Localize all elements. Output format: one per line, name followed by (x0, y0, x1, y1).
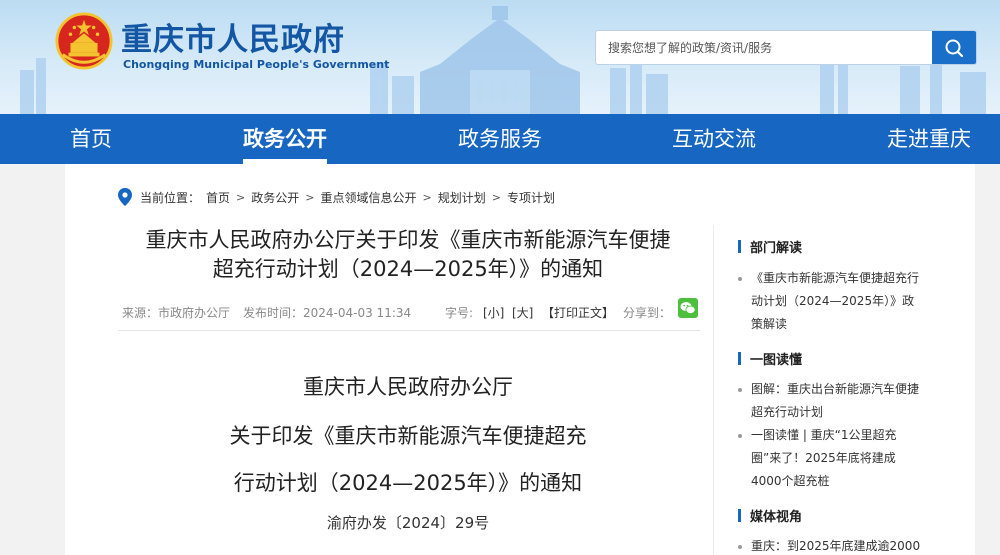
bullet-icon (738, 388, 742, 392)
document-heading-line: 重庆市人民政府办公厅 (303, 375, 513, 399)
nav-item-gov-affairs-open[interactable]: 政务公开 (243, 114, 327, 164)
bullet-icon (738, 277, 742, 281)
document-heading-line: 关于印发《重庆市新能源汽车便捷超充 (229, 424, 587, 448)
sidebar-link[interactable]: 重庆：到2025年底建成逾2000 (738, 535, 928, 555)
site-header: 重庆市人民政府 Chongqing Municipal People's Gov… (0, 0, 1000, 114)
location-pin-icon (118, 188, 132, 206)
breadcrumb-prefix: 当前位置： (140, 190, 201, 205)
breadcrumb-separator: > (422, 190, 432, 204)
section-heading-text: 一图读懂 (750, 352, 803, 368)
breadcrumb-special-plans[interactable]: 专项计划 (507, 189, 555, 206)
national-emblem-logo (55, 12, 113, 70)
document-number: 渝府办发〔2024〕29号 (326, 514, 490, 532)
wechat-share-button[interactable] (678, 298, 698, 318)
section-marker (738, 351, 741, 365)
article-title-line: 超充行动计划（2024—2025年）》的通知 (212, 257, 604, 281)
section-heading-text: 媒体视角 (750, 509, 803, 525)
document-heading-line: 行动计划（2024—2025年）》的通知 (233, 471, 583, 495)
sidebar-divider (713, 225, 714, 555)
article-title-line: 重庆市人民政府办公厅关于印发《重庆市新能源汽车便捷 (145, 228, 671, 252)
nav-item-gov-services[interactable]: 政务服务 (458, 114, 542, 164)
section-marker (738, 508, 741, 522)
search-button[interactable] (932, 31, 976, 64)
search-icon (945, 39, 964, 57)
breadcrumb: 当前位置： 首页 > 政务公开 > 重点领域信息公开 > 规划计划 > 专项计划 (118, 187, 555, 207)
breadcrumb-separator: > (305, 190, 315, 204)
font-large-button[interactable]: [大] (512, 304, 533, 321)
article-source: 来源：市政府办公厅 (122, 306, 231, 320)
nav-item-home[interactable]: 首页 (70, 114, 112, 164)
bullet-icon (738, 434, 742, 438)
section-heading-text: 部门解读 (750, 240, 803, 256)
article-title: 重庆市人民政府办公厅关于印发《重庆市新能源汽车便捷 超充行动计划（2024—20… (118, 226, 698, 284)
share-label: 分享到： (623, 306, 672, 320)
divider (118, 330, 700, 331)
font-small-button[interactable]: [小] (483, 304, 504, 321)
search-box (595, 30, 977, 65)
sidebar-section-heading: 一图读懂 (738, 348, 802, 368)
sidebar-section-heading: 部门解读 (738, 236, 802, 256)
breadcrumb-gov-affairs-open[interactable]: 政务公开 (251, 189, 299, 206)
breadcrumb-separator: > (236, 190, 246, 204)
wechat-icon (680, 302, 696, 314)
nav-item-about-chongqing[interactable]: 走进重庆 (887, 114, 971, 164)
article-publish-time: 发布时间：2024-04-03 11:34 (243, 306, 412, 320)
sidebar-section-heading: 媒体视角 (738, 505, 802, 525)
print-button[interactable]: 【打印正文】 (542, 304, 614, 321)
breadcrumb-separator: > (491, 190, 501, 204)
main-nav: 首页 政务公开 政务服务 互动交流 走进重庆 (0, 114, 1000, 164)
breadcrumb-key-areas[interactable]: 重点领域信息公开 (320, 189, 416, 206)
site-subtitle: Chongqing Municipal People's Government (123, 58, 390, 71)
font-size-label: 字号: (445, 306, 474, 320)
search-input[interactable] (596, 31, 934, 64)
sidebar-link[interactable]: 图解：重庆出台新能源汽车便捷 超充行动计划 (738, 378, 928, 424)
section-marker (738, 239, 741, 253)
site-title[interactable]: 重庆市人民政府 (121, 14, 345, 59)
bullet-icon (738, 545, 742, 549)
sidebar-link[interactable]: 《重庆市新能源汽车便捷超充行 动计划（2024—2025年）》政 策解读 (738, 267, 928, 336)
breadcrumb-home[interactable]: 首页 (206, 189, 230, 206)
nav-item-interaction[interactable]: 互动交流 (672, 114, 756, 164)
breadcrumb-planning[interactable]: 规划计划 (438, 189, 486, 206)
sidebar-link[interactable]: 一图读懂 | 重庆“1公里超充 圈”来了！2025年底将建成 4000个超充桩 (738, 424, 928, 493)
article-meta: 来源：市政府办公厅 发布时间：2024-04-03 11:34 字号: [小] … (122, 298, 702, 321)
